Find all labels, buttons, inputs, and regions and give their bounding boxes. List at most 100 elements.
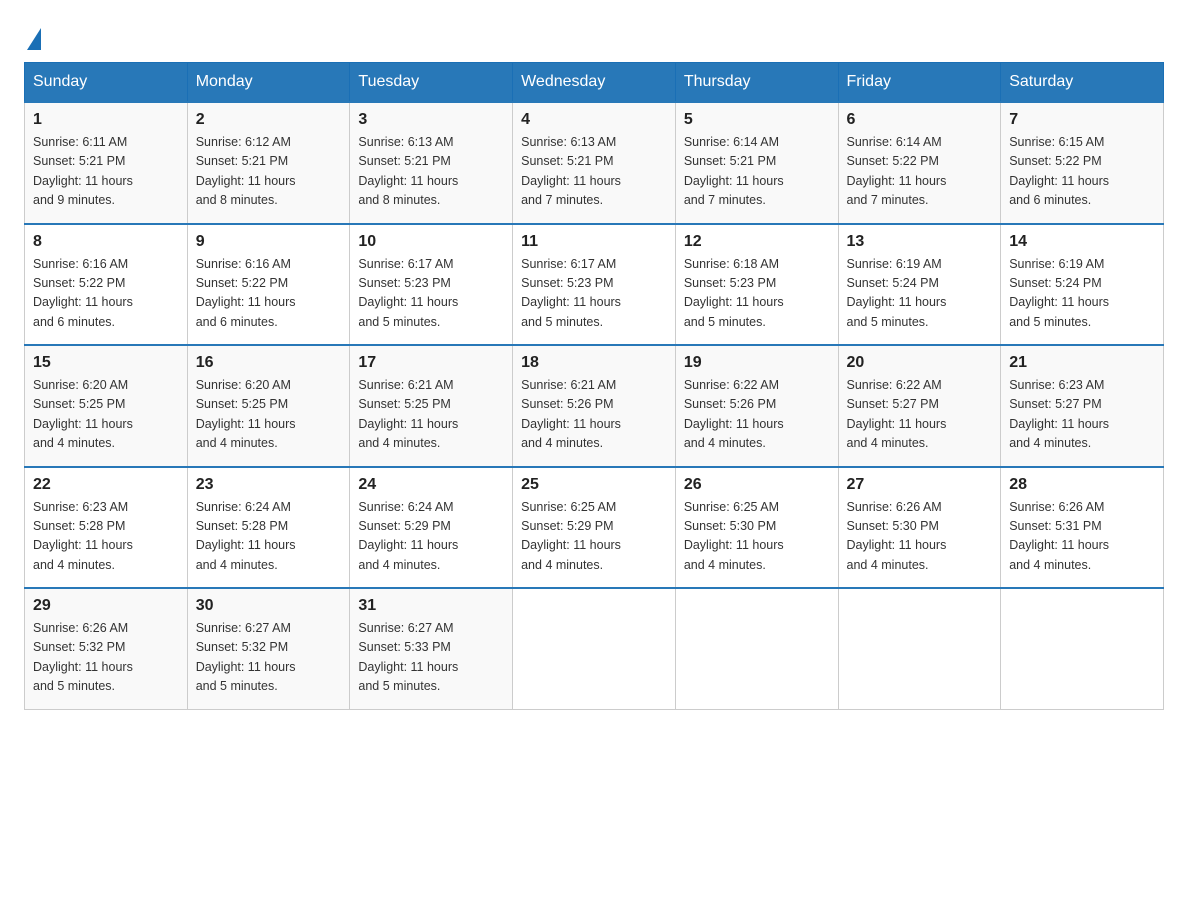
day-number: 27: [847, 476, 993, 494]
calendar-cell: 10 Sunrise: 6:17 AM Sunset: 5:23 PM Dayl…: [350, 224, 513, 346]
calendar-cell: 13 Sunrise: 6:19 AM Sunset: 5:24 PM Dayl…: [838, 224, 1001, 346]
calendar-cell: 25 Sunrise: 6:25 AM Sunset: 5:29 PM Dayl…: [513, 467, 676, 589]
day-info: Sunrise: 6:23 AM Sunset: 5:28 PM Dayligh…: [33, 498, 179, 576]
day-info: Sunrise: 6:20 AM Sunset: 5:25 PM Dayligh…: [196, 376, 342, 454]
day-number: 1: [33, 111, 179, 129]
calendar-cell: 12 Sunrise: 6:18 AM Sunset: 5:23 PM Dayl…: [675, 224, 838, 346]
calendar-cell: 31 Sunrise: 6:27 AM Sunset: 5:33 PM Dayl…: [350, 588, 513, 709]
day-number: 4: [521, 111, 667, 129]
calendar-cell: 1 Sunrise: 6:11 AM Sunset: 5:21 PM Dayli…: [25, 102, 188, 224]
day-number: 23: [196, 476, 342, 494]
day-number: 20: [847, 354, 993, 372]
day-number: 5: [684, 111, 830, 129]
day-info: Sunrise: 6:11 AM Sunset: 5:21 PM Dayligh…: [33, 133, 179, 211]
day-info: Sunrise: 6:15 AM Sunset: 5:22 PM Dayligh…: [1009, 133, 1155, 211]
day-number: 18: [521, 354, 667, 372]
day-info: Sunrise: 6:27 AM Sunset: 5:32 PM Dayligh…: [196, 619, 342, 697]
calendar-cell: [675, 588, 838, 709]
calendar-cell: 30 Sunrise: 6:27 AM Sunset: 5:32 PM Dayl…: [187, 588, 350, 709]
calendar-cell: 24 Sunrise: 6:24 AM Sunset: 5:29 PM Dayl…: [350, 467, 513, 589]
day-info: Sunrise: 6:22 AM Sunset: 5:27 PM Dayligh…: [847, 376, 993, 454]
weekday-header-wednesday: Wednesday: [513, 63, 676, 103]
calendar-cell: 22 Sunrise: 6:23 AM Sunset: 5:28 PM Dayl…: [25, 467, 188, 589]
calendar-cell: 9 Sunrise: 6:16 AM Sunset: 5:22 PM Dayli…: [187, 224, 350, 346]
day-info: Sunrise: 6:17 AM Sunset: 5:23 PM Dayligh…: [358, 255, 504, 333]
day-number: 17: [358, 354, 504, 372]
calendar-week-row: 29 Sunrise: 6:26 AM Sunset: 5:32 PM Dayl…: [25, 588, 1164, 709]
calendar-week-row: 22 Sunrise: 6:23 AM Sunset: 5:28 PM Dayl…: [25, 467, 1164, 589]
day-info: Sunrise: 6:12 AM Sunset: 5:21 PM Dayligh…: [196, 133, 342, 211]
day-info: Sunrise: 6:26 AM Sunset: 5:32 PM Dayligh…: [33, 619, 179, 697]
calendar-cell: [1001, 588, 1164, 709]
day-info: Sunrise: 6:27 AM Sunset: 5:33 PM Dayligh…: [358, 619, 504, 697]
logo: [24, 24, 41, 46]
calendar-cell: 19 Sunrise: 6:22 AM Sunset: 5:26 PM Dayl…: [675, 345, 838, 467]
calendar-cell: 15 Sunrise: 6:20 AM Sunset: 5:25 PM Dayl…: [25, 345, 188, 467]
calendar-cell: [838, 588, 1001, 709]
calendar-cell: 20 Sunrise: 6:22 AM Sunset: 5:27 PM Dayl…: [838, 345, 1001, 467]
calendar-cell: 5 Sunrise: 6:14 AM Sunset: 5:21 PM Dayli…: [675, 102, 838, 224]
day-number: 13: [847, 233, 993, 251]
day-number: 22: [33, 476, 179, 494]
day-number: 10: [358, 233, 504, 251]
day-info: Sunrise: 6:25 AM Sunset: 5:29 PM Dayligh…: [521, 498, 667, 576]
calendar-cell: 4 Sunrise: 6:13 AM Sunset: 5:21 PM Dayli…: [513, 102, 676, 224]
weekday-header-friday: Friday: [838, 63, 1001, 103]
calendar-cell: 3 Sunrise: 6:13 AM Sunset: 5:21 PM Dayli…: [350, 102, 513, 224]
day-number: 9: [196, 233, 342, 251]
day-info: Sunrise: 6:25 AM Sunset: 5:30 PM Dayligh…: [684, 498, 830, 576]
day-number: 11: [521, 233, 667, 251]
day-number: 19: [684, 354, 830, 372]
calendar-cell: 27 Sunrise: 6:26 AM Sunset: 5:30 PM Dayl…: [838, 467, 1001, 589]
day-number: 26: [684, 476, 830, 494]
day-number: 30: [196, 597, 342, 615]
day-number: 15: [33, 354, 179, 372]
calendar-cell: 2 Sunrise: 6:12 AM Sunset: 5:21 PM Dayli…: [187, 102, 350, 224]
day-info: Sunrise: 6:24 AM Sunset: 5:28 PM Dayligh…: [196, 498, 342, 576]
day-info: Sunrise: 6:24 AM Sunset: 5:29 PM Dayligh…: [358, 498, 504, 576]
day-info: Sunrise: 6:13 AM Sunset: 5:21 PM Dayligh…: [521, 133, 667, 211]
day-info: Sunrise: 6:26 AM Sunset: 5:31 PM Dayligh…: [1009, 498, 1155, 576]
day-number: 21: [1009, 354, 1155, 372]
day-number: 2: [196, 111, 342, 129]
day-number: 16: [196, 354, 342, 372]
day-info: Sunrise: 6:13 AM Sunset: 5:21 PM Dayligh…: [358, 133, 504, 211]
calendar-cell: 28 Sunrise: 6:26 AM Sunset: 5:31 PM Dayl…: [1001, 467, 1164, 589]
day-info: Sunrise: 6:14 AM Sunset: 5:21 PM Dayligh…: [684, 133, 830, 211]
calendar-cell: 6 Sunrise: 6:14 AM Sunset: 5:22 PM Dayli…: [838, 102, 1001, 224]
day-info: Sunrise: 6:16 AM Sunset: 5:22 PM Dayligh…: [33, 255, 179, 333]
logo-triangle-icon: [27, 28, 41, 50]
calendar-cell: 14 Sunrise: 6:19 AM Sunset: 5:24 PM Dayl…: [1001, 224, 1164, 346]
day-info: Sunrise: 6:21 AM Sunset: 5:26 PM Dayligh…: [521, 376, 667, 454]
day-info: Sunrise: 6:26 AM Sunset: 5:30 PM Dayligh…: [847, 498, 993, 576]
calendar-table: SundayMondayTuesdayWednesdayThursdayFrid…: [24, 62, 1164, 710]
weekday-header-thursday: Thursday: [675, 63, 838, 103]
calendar-cell: 18 Sunrise: 6:21 AM Sunset: 5:26 PM Dayl…: [513, 345, 676, 467]
day-number: 12: [684, 233, 830, 251]
day-info: Sunrise: 6:22 AM Sunset: 5:26 PM Dayligh…: [684, 376, 830, 454]
day-number: 29: [33, 597, 179, 615]
calendar-cell: 26 Sunrise: 6:25 AM Sunset: 5:30 PM Dayl…: [675, 467, 838, 589]
day-info: Sunrise: 6:18 AM Sunset: 5:23 PM Dayligh…: [684, 255, 830, 333]
day-info: Sunrise: 6:14 AM Sunset: 5:22 PM Dayligh…: [847, 133, 993, 211]
day-number: 31: [358, 597, 504, 615]
day-number: 7: [1009, 111, 1155, 129]
weekday-header-row: SundayMondayTuesdayWednesdayThursdayFrid…: [25, 63, 1164, 103]
calendar-cell: 23 Sunrise: 6:24 AM Sunset: 5:28 PM Dayl…: [187, 467, 350, 589]
day-number: 8: [33, 233, 179, 251]
weekday-header-tuesday: Tuesday: [350, 63, 513, 103]
day-number: 6: [847, 111, 993, 129]
calendar-cell: 11 Sunrise: 6:17 AM Sunset: 5:23 PM Dayl…: [513, 224, 676, 346]
weekday-header-saturday: Saturday: [1001, 63, 1164, 103]
day-number: 24: [358, 476, 504, 494]
day-number: 14: [1009, 233, 1155, 251]
calendar-week-row: 15 Sunrise: 6:20 AM Sunset: 5:25 PM Dayl…: [25, 345, 1164, 467]
calendar-cell: 29 Sunrise: 6:26 AM Sunset: 5:32 PM Dayl…: [25, 588, 188, 709]
day-info: Sunrise: 6:21 AM Sunset: 5:25 PM Dayligh…: [358, 376, 504, 454]
day-info: Sunrise: 6:19 AM Sunset: 5:24 PM Dayligh…: [847, 255, 993, 333]
calendar-week-row: 1 Sunrise: 6:11 AM Sunset: 5:21 PM Dayli…: [25, 102, 1164, 224]
day-number: 3: [358, 111, 504, 129]
day-info: Sunrise: 6:19 AM Sunset: 5:24 PM Dayligh…: [1009, 255, 1155, 333]
page-header: [24, 24, 1164, 46]
day-info: Sunrise: 6:17 AM Sunset: 5:23 PM Dayligh…: [521, 255, 667, 333]
